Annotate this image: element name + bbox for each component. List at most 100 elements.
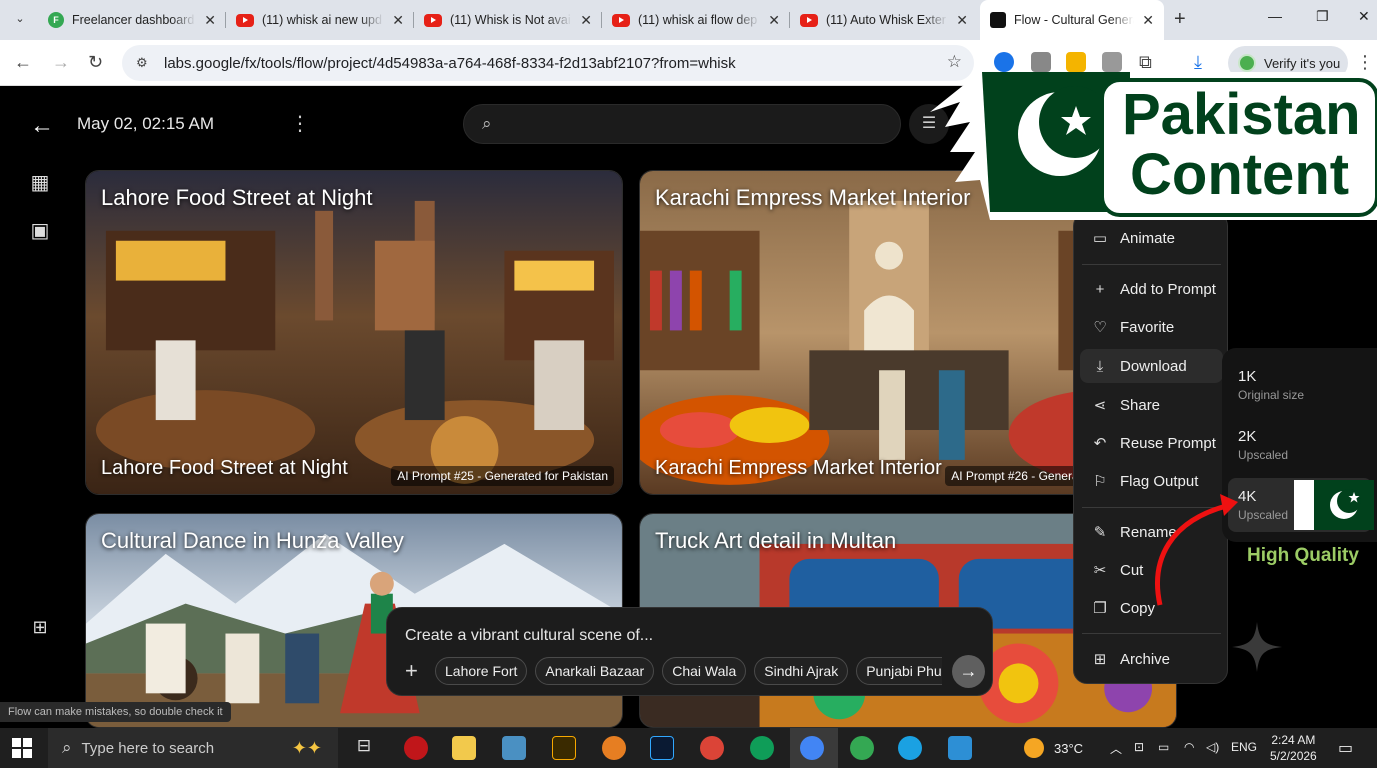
menu-item-add-to-prompt[interactable]: + Add to Prompt <box>1080 272 1223 306</box>
tab-title: Flow - Cultural Genera <box>1014 13 1135 27</box>
camera-icon[interactable] <box>1102 52 1122 72</box>
bookmark-star-icon[interactable]: ☆ <box>947 52 962 72</box>
browser-tab[interactable]: (11) whisk ai flow dep ✕ <box>602 0 790 40</box>
badge-headline-line2: Content <box>1130 142 1350 207</box>
minimize-icon[interactable]: — <box>1268 8 1282 24</box>
close-tab-icon[interactable]: ✕ <box>580 12 592 29</box>
photos-icon[interactable] <box>948 736 972 760</box>
menu-item-favorite[interactable]: ♡ Favorite <box>1080 310 1223 344</box>
file-explorer-icon[interactable] <box>452 736 476 760</box>
back-icon[interactable]: ← <box>14 52 32 73</box>
tray-app-icon[interactable]: ⊡ <box>1134 740 1144 754</box>
archive-icon: ⊞ <box>1093 651 1107 668</box>
menu-item-reuse-prompt[interactable]: ↶ Reuse Prompt <box>1080 426 1223 460</box>
wifi-icon[interactable]: ◠ <box>1184 740 1194 754</box>
browser-tab[interactable]: F Freelancer dashboard ✕ <box>38 0 226 40</box>
youtube-icon <box>236 13 254 27</box>
address-bar[interactable]: ⚙ labs.google/fx/tools/flow/project/4d54… <box>122 45 974 81</box>
close-tab-icon[interactable]: ✕ <box>956 12 968 29</box>
browser-tab[interactable]: (11) Auto Whisk Exter ✕ <box>790 0 978 40</box>
volume-icon[interactable]: ◁) <box>1206 740 1219 754</box>
menu-item-download[interactable]: ⤓ Download <box>1080 349 1223 383</box>
app-search-input[interactable]: ⌕ <box>463 104 901 144</box>
chrome-icon[interactable] <box>800 736 824 760</box>
chrome-icon[interactable] <box>700 736 724 760</box>
card-top-title: Cultural Dance in Hunza Valley <box>101 528 404 553</box>
tab-search-chevron-icon[interactable]: ⌄ <box>8 8 32 30</box>
weather-widget[interactable]: 33°C <box>1024 738 1083 758</box>
notification-icon[interactable]: ▭ <box>1338 738 1353 758</box>
extension-icon[interactable] <box>994 52 1014 72</box>
edge-icon[interactable] <box>898 736 922 760</box>
site-info-icon[interactable]: ⚙ <box>136 55 154 71</box>
image-context-menu: ▭ Animate + Add to Prompt ♡ Favorite ⤓ D… <box>1073 212 1228 684</box>
card-bottom-title: Lahore Food Street at Night <box>101 457 348 479</box>
tab-title: (11) Auto Whisk Exter <box>826 13 946 27</box>
browser-menu-icon[interactable]: ⋮ <box>1356 52 1374 73</box>
browser-tab[interactable]: (11) Whisk is Not avai ✕ <box>414 0 602 40</box>
taskbar-search-input[interactable]: ⌕ Type here to search ✦✦ <box>48 728 338 768</box>
close-tab-icon[interactable]: ✕ <box>204 12 216 29</box>
battery-icon[interactable]: ▭ <box>1158 740 1169 754</box>
prompt-composer[interactable]: Create a vibrant cultural scene of... + … <box>386 607 993 696</box>
scene-builder-icon[interactable]: ⊞ <box>29 617 51 639</box>
prompt-input[interactable]: Create a vibrant cultural scene of... <box>405 627 653 645</box>
menu-item-animate[interactable]: ▭ Animate <box>1080 221 1223 255</box>
photoshop-icon[interactable] <box>650 736 674 760</box>
download-icon: ⤓ <box>1096 357 1104 375</box>
suggestion-chip[interactable]: Lahore Fort <box>435 657 528 685</box>
opera-icon[interactable] <box>404 736 428 760</box>
grid-view-icon[interactable]: ▦ <box>29 172 51 194</box>
download-icon[interactable]: ⤓ <box>1194 52 1214 72</box>
scissors-icon: ✂ <box>1093 562 1107 579</box>
close-tab-icon[interactable]: ✕ <box>768 12 780 29</box>
chrome-icon[interactable] <box>750 736 774 760</box>
close-tab-icon[interactable]: ✕ <box>1142 12 1154 29</box>
app-icon[interactable] <box>602 736 626 760</box>
extension-icon[interactable] <box>1031 52 1051 72</box>
windows-taskbar: ⌕ Type here to search ✦✦ ⊟ 33°C ︿ ⊡ ▭ ◠ … <box>0 728 1377 768</box>
restore-icon[interactable]: ❐ <box>1316 8 1329 25</box>
suggestion-chip[interactable]: Punjabi Phulkari <box>856 657 942 685</box>
back-arrow-icon[interactable]: ← <box>30 112 54 140</box>
suggestion-chip[interactable]: Chai Wala <box>662 657 747 685</box>
prompt-suggestion-chips: Lahore Fort Anarkali Bazaar Chai Wala Si… <box>435 657 942 687</box>
image-view-icon[interactable]: ▣ <box>29 220 51 242</box>
close-window-icon[interactable]: ✕ <box>1358 8 1370 25</box>
flow-icon <box>990 12 1006 28</box>
lahore-food-street-image <box>86 171 622 494</box>
app-icon[interactable] <box>502 736 526 760</box>
copilot-sparkle-icon: ✦✦ <box>291 737 322 758</box>
suggestion-chip[interactable]: Sindhi Ajrak <box>754 657 849 685</box>
menu-item-archive[interactable]: ⊞ Archive <box>1080 642 1223 676</box>
windows-start-icon[interactable] <box>12 738 32 758</box>
puzzle-extensions-icon[interactable]: ⧉ <box>1139 52 1159 72</box>
add-plus-icon[interactable]: + <box>405 658 418 684</box>
suggestion-chip[interactable]: Anarkali Bazaar <box>535 657 655 685</box>
image-card[interactable]: Lahore Food Street at Night Lahore Food … <box>85 170 623 495</box>
chrome-icon[interactable] <box>850 736 874 760</box>
language-indicator[interactable]: ENG <box>1231 740 1257 754</box>
extension-icon[interactable] <box>1066 52 1086 72</box>
taskbar-clock[interactable]: 2:24 AM 5/2/2026 <box>1270 732 1317 764</box>
new-tab-plus-icon[interactable]: + <box>1174 8 1186 31</box>
download-option-2k[interactable]: 2K Upscaled <box>1228 418 1372 472</box>
illustrator-icon[interactable] <box>552 736 576 760</box>
send-arrow-icon[interactable]: → <box>952 655 985 688</box>
browser-tab-active[interactable]: Flow - Cultural Genera ✕ <box>980 0 1164 40</box>
forward-icon[interactable]: → <box>52 52 70 73</box>
plus-icon: + <box>1095 280 1105 298</box>
browser-tab[interactable]: (11) whisk ai new upd ✕ <box>226 0 414 40</box>
download-option-1k[interactable]: 1K Original size <box>1228 358 1372 412</box>
youtube-icon <box>424 13 442 27</box>
task-view-icon[interactable]: ⊟ <box>352 736 376 760</box>
badge-headline-line1: Pakistan <box>1122 82 1361 147</box>
red-pointer-arrow-icon <box>1155 494 1238 606</box>
project-more-icon[interactable]: ⋮ <box>290 111 310 136</box>
tab-title: (11) whisk ai new upd <box>262 13 382 27</box>
menu-item-share[interactable]: ⋖ Share <box>1080 388 1223 422</box>
reload-icon[interactable]: ↻ <box>88 52 103 73</box>
card-bottom-title: Karachi Empress Market Interior <box>655 457 942 479</box>
tray-chevron-icon[interactable]: ︿ <box>1110 740 1122 757</box>
close-tab-icon[interactable]: ✕ <box>392 12 404 29</box>
